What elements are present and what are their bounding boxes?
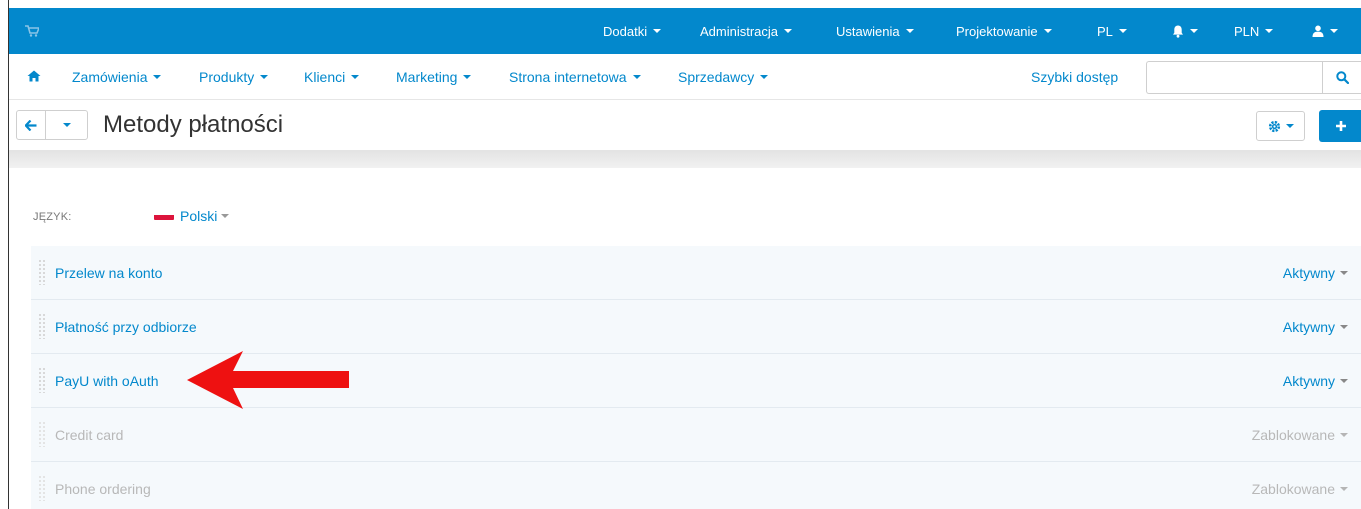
nav-item-sprzedawcy[interactable]: Sprzedawcy: [678, 54, 769, 100]
nav-item-zamowienia[interactable]: Zamówienia: [72, 54, 162, 100]
nav-item-label: Strona internetowa: [509, 69, 627, 85]
caret-down-icon: [1265, 29, 1274, 33]
add-payment-method-button[interactable]: [1319, 110, 1361, 142]
status-dropdown[interactable]: Zablokowane: [1252, 408, 1348, 462]
status-dropdown[interactable]: Aktywny: [1283, 300, 1348, 354]
status-dropdown[interactable]: Aktywny: [1283, 246, 1348, 300]
red-arrow-left-icon: [187, 351, 349, 409]
menu-currency-label: PLN: [1234, 23, 1260, 39]
caret-down-icon: [221, 214, 230, 218]
quick-access-link[interactable]: Szybki dostęp: [1031, 54, 1118, 100]
header-divider: [9, 150, 1361, 168]
menu-dodatki[interactable]: Dodatki: [603, 8, 662, 54]
nav-item-strona-internetowa[interactable]: Strona internetowa: [509, 54, 641, 100]
nav-item-label: Zamówienia: [72, 69, 148, 85]
nav-item-marketing[interactable]: Marketing: [396, 54, 472, 100]
history-dropdown-button[interactable]: [45, 110, 88, 140]
search-icon: [1335, 71, 1349, 84]
admin-window: Dodatki Administracja Ustawienia Projekt…: [8, 0, 1361, 509]
caret-down-icon: [760, 75, 769, 79]
menu-ustawienia[interactable]: Ustawienia: [836, 8, 914, 54]
page-title: Metody płatności: [103, 111, 284, 138]
drag-handle-icon[interactable]: [38, 259, 46, 285]
list-item: Przelew na konto Aktywny: [31, 246, 1361, 300]
home-icon[interactable]: [27, 70, 41, 82]
language-selector[interactable]: Polski: [154, 208, 230, 224]
menu-language[interactable]: PL: [1097, 8, 1127, 54]
caret-down-icon: [463, 75, 472, 79]
caret-down-icon: [351, 75, 360, 79]
nav-item-label: Marketing: [396, 69, 458, 85]
menu-currency[interactable]: PLN: [1234, 8, 1274, 54]
caret-down-icon: [784, 29, 793, 33]
status-label: Aktywny: [1282, 319, 1335, 335]
menu-language-label: PL: [1097, 23, 1113, 39]
caret-down-icon: [632, 75, 641, 79]
payment-method-link[interactable]: Credit card: [55, 408, 123, 462]
caret-down-icon: [1340, 433, 1348, 437]
caret-down-icon: [1340, 325, 1348, 329]
menu-projektowanie-label: Projektowanie: [956, 23, 1038, 39]
caret-down-icon: [653, 29, 662, 33]
status-dropdown[interactable]: Zablokowane: [1252, 462, 1348, 509]
caret-down-icon: [1190, 29, 1198, 33]
caret-down-icon: [1340, 379, 1348, 383]
plus-icon: [1335, 121, 1346, 131]
caret-down-icon: [1118, 29, 1127, 33]
caret-down-icon: [62, 123, 71, 127]
nav-item-klienci[interactable]: Klienci: [304, 54, 360, 100]
status-label: Zablokowane: [1251, 427, 1335, 443]
bell-icon: [1173, 25, 1183, 38]
language-selected: Polski: [180, 208, 218, 224]
user-menu[interactable]: [1312, 8, 1338, 54]
caret-down-icon: [1285, 124, 1294, 128]
settings-dropdown-button[interactable]: [1256, 111, 1305, 141]
menu-administracja[interactable]: Administracja: [700, 8, 793, 54]
payment-method-link[interactable]: PayU with oAuth: [55, 354, 159, 408]
nav-item-label: Klienci: [304, 69, 346, 85]
arrow-left-icon: [25, 119, 37, 131]
caret-down-icon: [1330, 29, 1338, 33]
search-input[interactable]: [1146, 61, 1323, 94]
payment-method-link[interactable]: Phone ordering: [55, 462, 151, 509]
caret-down-icon: [260, 75, 269, 79]
menu-projektowanie[interactable]: Projektowanie: [956, 8, 1052, 54]
menu-administracja-label: Administracja: [700, 23, 779, 39]
nav-item-produkty[interactable]: Produkty: [199, 54, 269, 100]
caret-down-icon: [153, 75, 162, 79]
back-button[interactable]: [16, 110, 46, 140]
user-icon: [1312, 25, 1324, 37]
list-item: Phone ordering Zablokowane: [31, 462, 1361, 509]
caret-down-icon: [905, 29, 914, 33]
poland-flag-icon: [154, 212, 174, 220]
shopping-cart-icon[interactable]: [25, 25, 39, 37]
caret-down-icon: [1340, 271, 1348, 275]
caret-down-icon: [1043, 29, 1052, 33]
drag-handle-icon[interactable]: [38, 475, 46, 501]
nav-item-label: Produkty: [199, 69, 255, 85]
menu-dodatki-label: Dodatki: [603, 23, 648, 39]
drag-handle-icon[interactable]: [38, 367, 46, 393]
payment-method-link[interactable]: Przelew na konto: [55, 246, 162, 300]
payment-method-link[interactable]: Płatność przy odbiorze: [55, 300, 197, 354]
nav-item-label: Sprzedawcy: [678, 69, 755, 85]
page-header: Metody płatności: [9, 100, 1361, 150]
main-navigation: Zamówienia Produkty Klienci Marketing St…: [9, 54, 1361, 100]
list-item: Płatność przy odbiorze Aktywny: [31, 300, 1361, 354]
menu-ustawienia-label: Ustawienia: [836, 23, 900, 39]
status-label: Zablokowane: [1251, 481, 1335, 497]
notifications-menu[interactable]: [1172, 8, 1198, 54]
caret-down-icon: [1340, 487, 1348, 491]
gear-icon: [1268, 120, 1280, 132]
status-dropdown[interactable]: Aktywny: [1283, 354, 1348, 408]
top-admin-bar: Dodatki Administracja Ustawienia Projekt…: [9, 8, 1361, 54]
list-item: Credit card Zablokowane: [31, 408, 1361, 462]
status-label: Aktywny: [1282, 265, 1335, 281]
status-label: Aktywny: [1282, 373, 1335, 389]
drag-handle-icon[interactable]: [38, 421, 46, 447]
drag-handle-icon[interactable]: [38, 313, 46, 339]
language-label: JĘZYK:: [33, 211, 72, 223]
search-button[interactable]: [1322, 61, 1361, 94]
